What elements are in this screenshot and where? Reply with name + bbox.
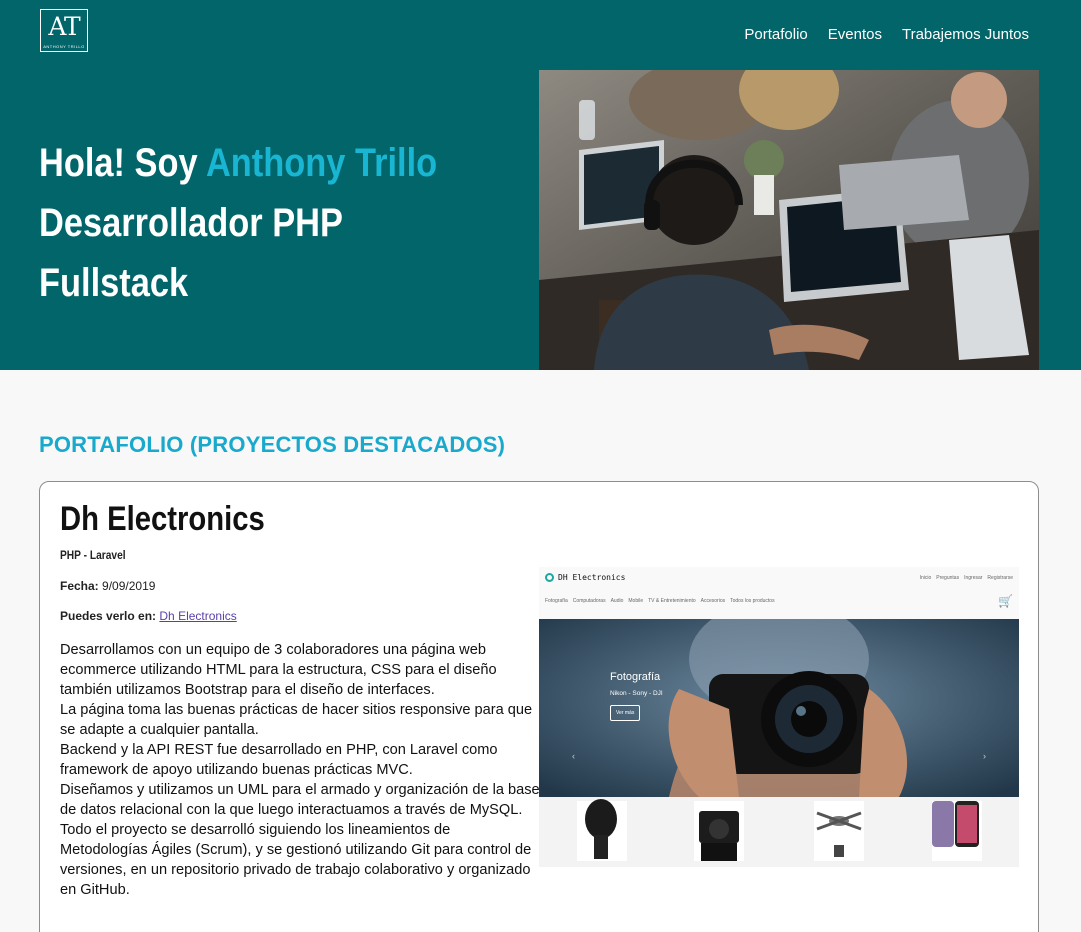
drone-icon <box>814 801 864 861</box>
project-description: Desarrollamos con un equipo de 3 colabor… <box>60 640 540 900</box>
screenshot-menu-item: Mobile <box>628 598 644 604</box>
project-link[interactable]: Dh Electronics <box>159 609 236 623</box>
project-link-row: Puedes verlo en: Dh Electronics <box>60 609 237 623</box>
description-paragraph: Desarrollamos con un equipo de 3 colabor… <box>60 642 497 698</box>
microphone-icon <box>577 799 627 861</box>
cart-icon: 🛒 <box>998 594 1013 608</box>
team-working-photo-icon <box>539 70 1039 370</box>
hero-role-line-2: Fullstack <box>39 261 189 305</box>
nav-eventos[interactable]: Eventos <box>828 26 882 43</box>
description-paragraph: Diseñamos y utilizamos un UML para el ar… <box>60 782 540 818</box>
phone-icon <box>932 801 982 861</box>
project-link-label: Puedes verlo en: <box>60 609 157 623</box>
screenshot-navbar: DH Electronics Inicio Preguntas Ingresar… <box>539 567 1019 619</box>
nav-portafolio[interactable]: Portafolio <box>744 26 807 43</box>
project-screenshot: DH Electronics Inicio Preguntas Ingresar… <box>539 567 1019 867</box>
description-paragraph: Backend y la API REST fue desarrollado e… <box>60 742 498 778</box>
carousel-button: Ver más <box>610 705 641 721</box>
screenshot-menu-item: Fotografía <box>545 598 568 604</box>
screenshot-link: Ingresar <box>964 575 983 581</box>
screenshot-products <box>539 797 1019 867</box>
screenshot-menu-item: Audio <box>610 598 624 604</box>
screenshot-link: Preguntas <box>936 575 960 581</box>
screenshot-link: Registrarse <box>987 575 1013 581</box>
project-date: Fecha: 9/09/2019 <box>60 579 155 593</box>
screenshot-menu-item: TV & Entretenimiento <box>648 598 696 604</box>
carousel-subtitle: Nikon - Sony - DJI <box>610 690 663 697</box>
product-thumbnails <box>577 799 982 861</box>
screenshot-link: Inicio <box>919 575 932 581</box>
screenshot-menu-item: Accesorios <box>700 598 726 604</box>
hero-headline: Hola! Soy Anthony Trillo Desarrollador P… <box>39 133 437 313</box>
screenshot-menu-item: Computadoras <box>572 598 606 604</box>
screenshot-top-links: Inicio Preguntas Ingresar Registrarse <box>920 575 1013 581</box>
carousel-title: Fotografía <box>610 671 661 683</box>
screenshot-brand-name: DH Electronics <box>558 573 626 582</box>
site-logo[interactable]: AT ANTHONY TRILLO <box>40 9 88 52</box>
camera-icon <box>694 801 744 861</box>
hero-role-line: Desarrollador PHP <box>39 201 343 245</box>
logo-subtitle: ANTHONY TRILLO <box>43 44 85 49</box>
carousel-caption: Fotografía Nikon - Sony - DJI Ver más <box>610 671 663 721</box>
carousel-next-icon: › <box>983 751 986 761</box>
logo-monogram: AT <box>48 12 80 41</box>
hero-greeting: Hola! Soy <box>39 141 198 185</box>
project-date-value: 9/09/2019 <box>102 579 156 593</box>
nav-trabajemos-juntos[interactable]: Trabajemos Juntos <box>902 26 1029 43</box>
project-card: Dh Electronics PHP - Laravel Fecha: 9/09… <box>39 481 1039 932</box>
project-title: Dh Electronics <box>60 500 265 538</box>
project-tech: PHP - Laravel <box>60 548 126 562</box>
description-paragraph: La página toma las buenas prácticas de h… <box>60 702 533 738</box>
screenshot-menu-item: Todos los productos <box>730 598 775 604</box>
hero-name: Anthony Trillo <box>205 141 438 185</box>
portfolio-section-title: PORTAFOLIO (PROYECTOS DESTACADOS) <box>39 432 506 457</box>
screenshot-brand: DH Electronics <box>545 573 625 582</box>
description-paragraph: Todo el proyecto se desarrolló siguiendo… <box>60 822 532 898</box>
screenshot-carousel: ‹ › Fotografía Nikon - Sony - DJI Ver má… <box>539 619 1019 797</box>
main-nav: Portafolio Eventos Trabajemos Juntos <box>744 26 1029 43</box>
hero-photo <box>539 70 1039 370</box>
carousel-prev-icon: ‹ <box>572 751 575 761</box>
hero-header: AT ANTHONY TRILLO Portafolio Eventos Tra… <box>0 0 1081 370</box>
project-date-label: Fecha: <box>60 579 99 593</box>
screenshot-menu: Fotografía Computadoras Audio Mobile TV … <box>545 598 775 604</box>
brand-logo-icon <box>545 573 554 582</box>
